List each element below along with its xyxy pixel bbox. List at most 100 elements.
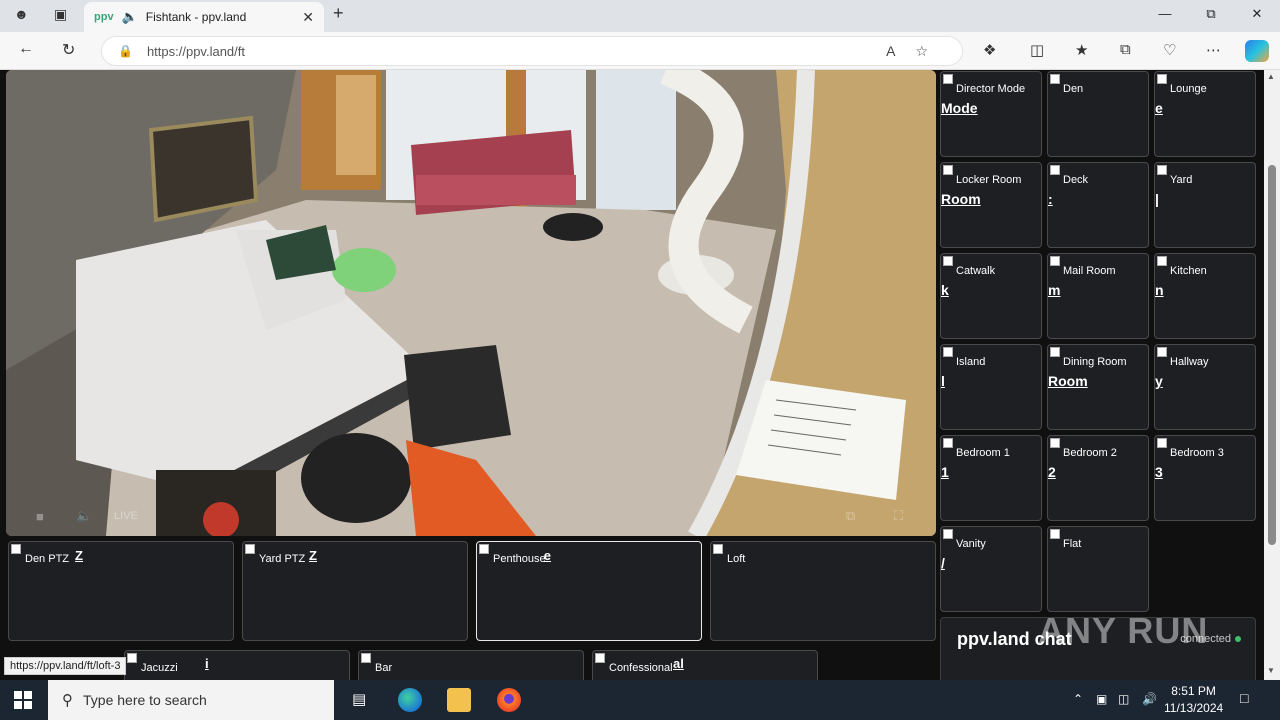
broken-image-icon — [127, 653, 137, 663]
camera-tile-bar[interactable]: Bar — [358, 650, 584, 680]
camera-feed-image — [6, 70, 936, 536]
camera-label: Bedroom 1 — [956, 447, 1010, 459]
restore-button[interactable]: ⧉ — [1188, 6, 1234, 22]
scroll-thumb[interactable] — [1268, 165, 1276, 545]
camera-tile-den-ptz[interactable]: Den PTZ Z — [8, 541, 234, 641]
camera-label-overflow: 2 — [1048, 464, 1056, 480]
taskbar-search-input[interactable]: ⚲ Type here to search — [48, 680, 334, 720]
camera-label: Lounge — [1170, 83, 1207, 95]
firefox-icon[interactable] — [497, 688, 521, 712]
scroll-up-icon[interactable]: ▲ — [1267, 72, 1275, 81]
camera-tile-lounge[interactable]: Lounge e — [1154, 71, 1256, 157]
camera-tile-locker-room[interactable]: Locker Room Room — [940, 162, 1042, 248]
broken-image-icon — [479, 544, 489, 554]
clock-time: 8:51 PM — [1171, 684, 1216, 698]
refresh-icon[interactable]: ↻ — [62, 40, 75, 60]
address-input[interactable]: 🔒 https://ppv.land/ft A☆ — [101, 36, 963, 66]
camera-tile-yard[interactable]: Yard | — [1154, 162, 1256, 248]
main-video-player[interactable]: ■ 🔈 LIVE ⧉ ⛶ — [6, 70, 936, 536]
profile-icon[interactable]: ☻ — [14, 6, 29, 22]
camera-label: Mail Room — [1063, 265, 1116, 277]
camera-tile-bedroom-3[interactable]: Bedroom 3 3 — [1154, 435, 1256, 521]
network-icon[interactable]: ◫ — [1118, 692, 1129, 706]
more-options-icon[interactable]: ⋯ — [1206, 41, 1221, 59]
camera-label-overflow: n — [1155, 282, 1164, 298]
anyrun-watermark: ANY RUN — [1038, 610, 1209, 651]
camera-tile-deck[interactable]: Deck: — [1047, 162, 1149, 248]
tray-chevron-icon[interactable]: ⌃ — [1073, 692, 1083, 706]
broken-image-icon — [1157, 347, 1167, 357]
link-status-tooltip: https://ppv.land/ft/loft-3 — [4, 657, 127, 675]
camera-tile-confessional[interactable]: Confessional al — [592, 650, 818, 680]
broken-image-icon — [943, 347, 953, 357]
minimize-button[interactable]: — — [1142, 6, 1188, 21]
speaker-icon[interactable]: 🔈 — [122, 9, 138, 25]
tab-actions-icon[interactable]: ▣ — [54, 6, 67, 23]
camera-label: Confessional — [609, 662, 673, 674]
collections-icon[interactable]: ⧉ — [1120, 41, 1131, 58]
camera-tile-loft[interactable]: Loft — [710, 541, 936, 641]
split-screen-icon[interactable]: ◫ — [1030, 41, 1044, 59]
camera-tile-kitchen[interactable]: Kitchen n — [1154, 253, 1256, 339]
back-icon[interactable]: ← — [18, 40, 34, 58]
volume-tray-icon[interactable]: 🔊 — [1142, 692, 1157, 706]
camera-tile-director-mode[interactable]: Director Mode Mode — [940, 71, 1042, 157]
broken-image-icon — [595, 653, 605, 663]
live-badge: LIVE — [114, 510, 138, 522]
task-view-icon[interactable]: ▤ — [352, 690, 366, 708]
tab-close-icon[interactable]: ✕ — [302, 9, 314, 26]
camera-tile-mail-room[interactable]: Mail Room m — [1047, 253, 1149, 339]
camera-tile-bedroom-1[interactable]: Bedroom 1 1 — [940, 435, 1042, 521]
tab-fishtank[interactable]: ppv 🔈 Fishtank - ppv.land ✕ — [84, 2, 324, 32]
file-explorer-icon[interactable] — [447, 688, 471, 712]
camera-label: Director Mode — [956, 83, 1026, 95]
new-tab-icon[interactable]: + — [333, 3, 344, 24]
camera-tile-hallway[interactable]: Hallway y — [1154, 344, 1256, 430]
page-content: ■ 🔈 LIVE ⧉ ⛶ Director Mode Mode Den Lounge e… — [0, 70, 1264, 680]
play-pause-icon[interactable]: ■ — [36, 509, 44, 524]
camera-label-overflow: 1 — [941, 464, 949, 480]
taskbar-clock[interactable]: 8:51 PM 11/13/2024 — [1164, 683, 1223, 717]
browser-essentials-icon[interactable]: ♡ — [1163, 41, 1176, 59]
fullscreen-icon[interactable]: ⛶ — [894, 508, 903, 524]
camera-tile-bedroom-2[interactable]: Bedroom 2 2 — [1047, 435, 1149, 521]
camera-label-overflow: : — [1048, 191, 1053, 207]
edge-icon[interactable] — [398, 688, 422, 712]
camera-tile-penthouse[interactable]: Penthouse e — [476, 541, 702, 641]
broken-image-icon — [11, 544, 21, 554]
windows-start-icon[interactable] — [14, 691, 32, 709]
broken-image-icon — [943, 165, 953, 175]
broken-image-icon — [1050, 347, 1060, 357]
camera-label-overflow: Z — [309, 548, 317, 563]
clock-date: 11/13/2024 — [1164, 701, 1224, 715]
meet-now-icon[interactable]: ▣ — [1096, 692, 1107, 706]
extensions-icon[interactable]: ❖ — [983, 41, 996, 59]
status-dot-icon — [1235, 636, 1241, 642]
read-aloud-favorite-icons[interactable]: A☆ — [886, 43, 948, 60]
camera-label: Dining Room — [1063, 356, 1127, 368]
copilot-icon[interactable] — [1245, 40, 1269, 62]
pip-icon[interactable]: ⧉ — [846, 508, 855, 524]
camera-tile-dining-room[interactable]: Dining Room Room — [1047, 344, 1149, 430]
camera-tile-den[interactable]: Den — [1047, 71, 1149, 157]
favorites-icon[interactable]: ★ — [1075, 41, 1088, 59]
lock-icon[interactable]: 🔒 — [118, 44, 133, 58]
broken-image-icon — [1157, 165, 1167, 175]
camera-tile-yard-ptz[interactable]: Yard PTZ Z — [242, 541, 468, 641]
camera-tile-vanity[interactable]: Vanity / — [940, 526, 1042, 612]
close-window-button[interactable]: ✕ — [1234, 6, 1280, 22]
page-scrollbar[interactable]: ▲ ▼ — [1264, 70, 1280, 680]
camera-label: Den — [1063, 83, 1084, 95]
browser-titlebar: ☻ ▣ ppv 🔈 Fishtank - ppv.land ✕ + — ⧉ ✕ — [0, 0, 1280, 32]
camera-tile-island[interactable]: Island l — [940, 344, 1042, 430]
camera-label-overflow: l — [941, 373, 945, 389]
camera-tile-jacuzzi[interactable]: Jacuzzi i — [124, 650, 350, 680]
notifications-icon[interactable]: □ — [1240, 690, 1248, 706]
volume-icon[interactable]: 🔈 — [76, 508, 92, 524]
camera-tile-flat[interactable]: Flat — [1047, 526, 1149, 612]
scroll-down-icon[interactable]: ▼ — [1267, 666, 1275, 675]
broken-image-icon — [245, 544, 255, 554]
tab-title: Fishtank - ppv.land — [145, 10, 247, 24]
camera-tile-catwalk[interactable]: Catwalk k — [940, 253, 1042, 339]
broken-image-icon — [1050, 74, 1060, 84]
